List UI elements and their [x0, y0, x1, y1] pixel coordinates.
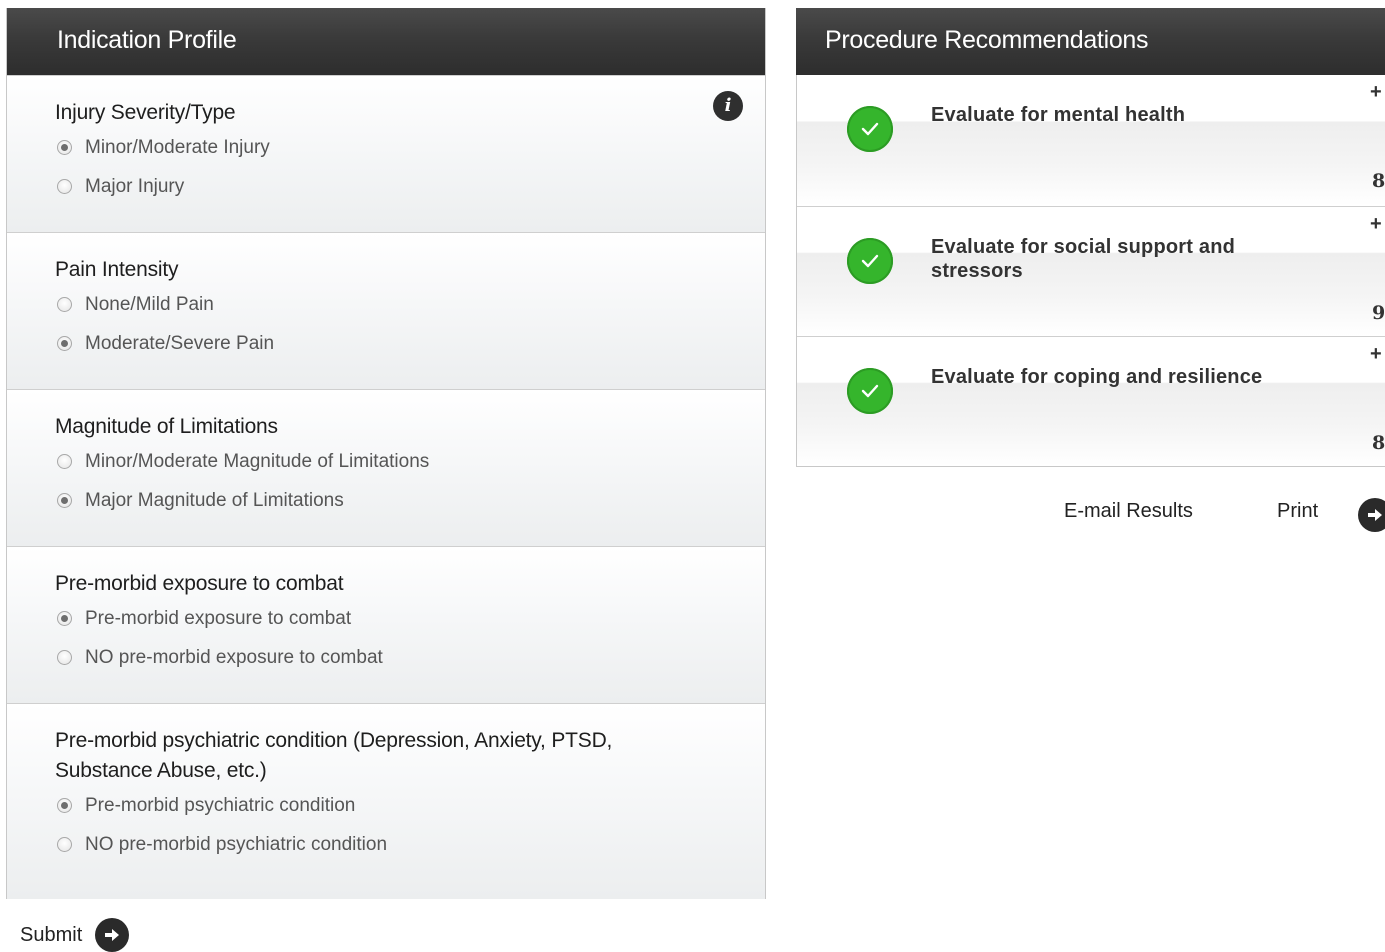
recommendation-count: 9 [1372, 302, 1385, 324]
option-label: Moderate/Severe Pain [85, 332, 275, 354]
recommendation-text[interactable]: Evaluate for social support and stressor… [931, 235, 1331, 283]
option-no-premorbid-psychiatric[interactable]: NO pre-morbid psychiatric condition [55, 825, 765, 864]
radio-button[interactable] [57, 837, 72, 852]
option-major-injury[interactable]: Major Injury [55, 167, 765, 206]
section-premorbid-combat: Pre-morbid exposure to combat Pre-morbid… [7, 546, 765, 703]
option-label: Major Magnitude of Limitations [85, 489, 344, 511]
option-premorbid-psychiatric[interactable]: Pre-morbid psychiatric condition [55, 786, 765, 825]
option-moderate-severe-pain[interactable]: Moderate/Severe Pain [55, 324, 765, 363]
recommendation-count: 8 [1372, 170, 1385, 192]
option-minor-moderate-injury[interactable]: Minor/Moderate Injury [55, 128, 765, 167]
radio-button-selected[interactable] [57, 611, 72, 626]
email-results-link[interactable]: E-mail Results [1064, 500, 1193, 523]
info-icon[interactable]: i [713, 91, 743, 121]
submit-label[interactable]: Submit [20, 924, 82, 947]
recommendation-list: Evaluate for mental health + 8 Evaluate … [796, 75, 1385, 467]
section-title: Magnitude of Limitations [55, 415, 278, 438]
procedure-recommendations-panel: Procedure Recommendations Evaluate for m… [796, 8, 1385, 532]
option-label: Minor/Moderate Injury [85, 136, 270, 158]
arrow-right-circle-icon[interactable] [1358, 498, 1385, 532]
results-actions: E-mail Results Print [796, 498, 1385, 532]
section-pain-intensity: Pain Intensity None/Mild Pain Moderate/S… [7, 232, 765, 389]
option-none-mild-pain[interactable]: None/Mild Pain [55, 285, 765, 324]
section-premorbid-psychiatric: Pre-morbid psychiatric condition (Depres… [7, 703, 765, 899]
indication-profile-panel: Indication Profile Injury Severity/Type … [6, 8, 766, 899]
expand-plus-icon[interactable]: + [1370, 81, 1382, 104]
option-label: Minor/Moderate Magnitude of Limitations [85, 450, 430, 472]
recommendation-item[interactable]: Evaluate for social support and stressor… [797, 206, 1385, 336]
option-no-premorbid-combat[interactable]: NO pre-morbid exposure to combat [55, 638, 765, 677]
procedure-recommendations-header: Procedure Recommendations [796, 8, 1385, 75]
section-title: Injury Severity/Type [55, 101, 236, 124]
recommendation-text[interactable]: Evaluate for mental health [931, 103, 1331, 127]
section-title: Pain Intensity [55, 258, 179, 281]
option-major-limitations[interactable]: Major Magnitude of Limitations [55, 481, 765, 520]
radio-button-selected[interactable] [57, 798, 72, 813]
radio-button-selected[interactable] [57, 140, 72, 155]
section-magnitude-limitations: Magnitude of Limitations Minor/Moderate … [7, 389, 765, 546]
section-title: Pre-morbid psychiatric condition (Depres… [55, 729, 613, 782]
radio-button[interactable] [57, 650, 72, 665]
procedure-recommendations-title: Procedure Recommendations [825, 26, 1149, 54]
indication-profile-header: Indication Profile [7, 8, 765, 75]
radio-button-selected[interactable] [57, 336, 72, 351]
section-injury-severity: Injury Severity/Type Minor/Moderate Inju… [7, 75, 765, 232]
radio-button[interactable] [57, 297, 72, 312]
submit-button[interactable]: Submit [20, 918, 130, 952]
recommendation-text[interactable]: Evaluate for coping and resilience [931, 365, 1331, 389]
indication-profile-title: Indication Profile [57, 26, 237, 54]
option-label: None/Mild Pain [85, 293, 214, 315]
radio-button-selected[interactable] [57, 493, 72, 508]
option-premorbid-combat[interactable]: Pre-morbid exposure to combat [55, 599, 765, 638]
option-label: NO pre-morbid exposure to combat [85, 646, 383, 668]
check-circle-icon [847, 106, 893, 152]
check-circle-icon [847, 368, 893, 414]
radio-button[interactable] [57, 454, 72, 469]
expand-plus-icon[interactable]: + [1370, 343, 1382, 366]
expand-plus-icon[interactable]: + [1370, 213, 1382, 236]
option-label: Major Injury [85, 175, 185, 197]
option-minor-moderate-limitations[interactable]: Minor/Moderate Magnitude of Limitations [55, 442, 765, 481]
arrow-right-circle-icon[interactable] [95, 918, 130, 952]
recommendation-item[interactable]: Evaluate for coping and resilience + 8 [797, 336, 1385, 466]
option-label: Pre-morbid psychiatric condition [85, 794, 356, 816]
radio-button[interactable] [57, 179, 72, 194]
print-link[interactable]: Print [1277, 500, 1318, 523]
check-circle-icon [847, 238, 893, 284]
section-title: Pre-morbid exposure to combat [55, 572, 344, 595]
recommendation-item[interactable]: Evaluate for mental health + 8 [797, 75, 1385, 206]
option-label: NO pre-morbid psychiatric condition [85, 833, 388, 855]
recommendation-count: 8 [1372, 432, 1385, 454]
option-label: Pre-morbid exposure to combat [85, 607, 352, 629]
